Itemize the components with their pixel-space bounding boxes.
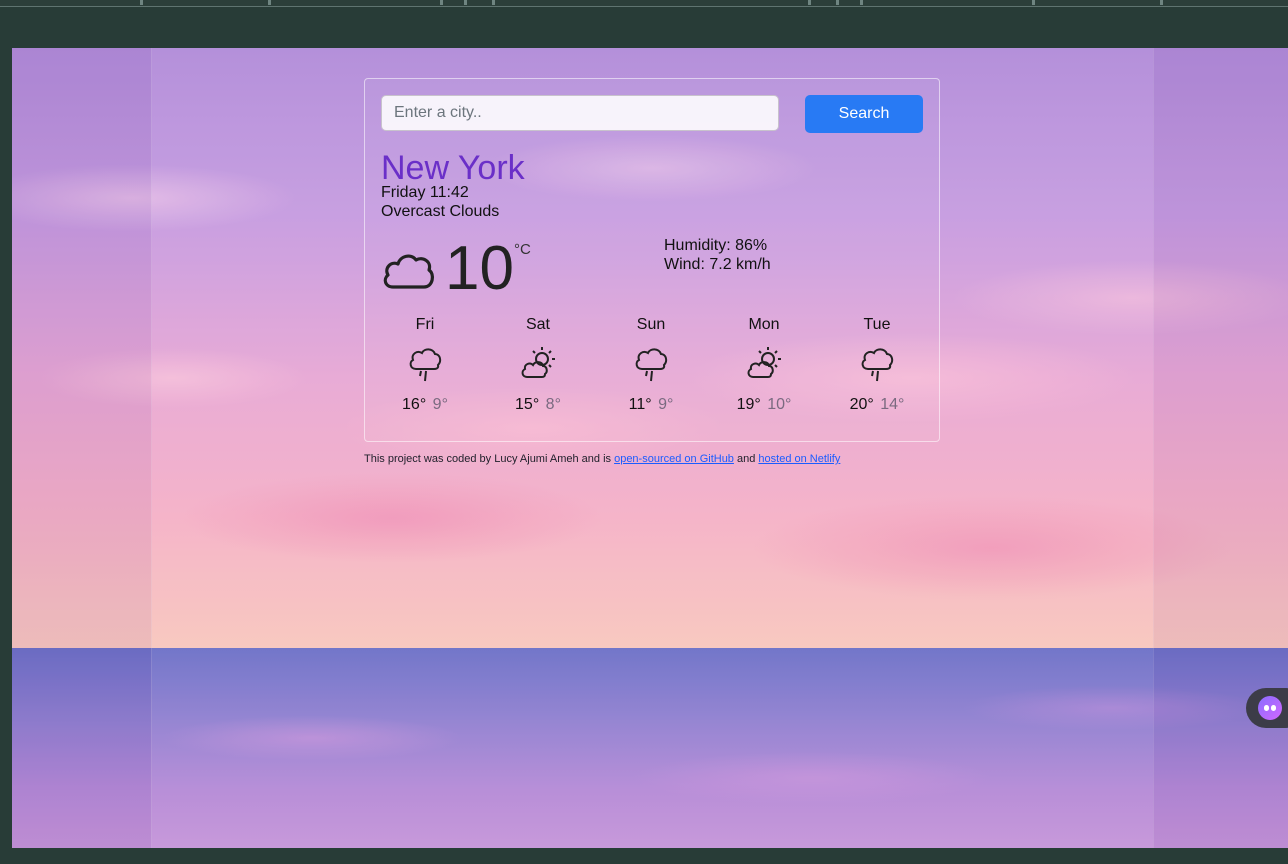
forecast-temps: 16° 9° (385, 395, 465, 415)
forecast-day-name: Fri (415, 316, 435, 333)
browser-top-strip (0, 0, 1288, 7)
forecast-day-name: Tue (863, 316, 891, 333)
assistant-icon (1258, 696, 1282, 720)
forecast-temps: 19° 10° (724, 395, 804, 415)
forecast-min-temp: 14° (880, 396, 905, 413)
tab-divider (492, 0, 495, 5)
cloud-icon (383, 254, 435, 289)
right-margin (1153, 48, 1288, 848)
date-time: Friday 11:42 (381, 184, 469, 201)
netlify-link[interactable]: hosted on Netlify (758, 453, 840, 465)
forecast-max-temp: 15° (515, 396, 540, 413)
tab-divider (860, 0, 863, 5)
forecast-day: Sat 15° 8° (498, 315, 578, 415)
forecast-day-name: Sat (525, 316, 550, 333)
forecast-temps: 15° 8° (498, 395, 578, 415)
rain-icon (409, 348, 442, 382)
tab-divider (268, 0, 271, 5)
forecast-temps: 20° 14° (837, 395, 917, 415)
rain-icon (861, 348, 894, 382)
city-search-input[interactable] (381, 95, 779, 131)
forecast-max-temp: 16° (402, 396, 427, 413)
forecast-max-temp: 20° (849, 396, 874, 413)
forecast-day-name: Sun (636, 316, 666, 333)
tab-divider (1160, 0, 1163, 5)
forecast-max-temp: 11° (628, 396, 652, 413)
footer-and: and (737, 453, 756, 465)
rain-icon (635, 348, 668, 382)
tab-divider (440, 0, 443, 5)
weather-description: Overcast Clouds (381, 203, 500, 220)
forecast-day: Sun 11° 9° (611, 315, 691, 415)
city-name: New York (381, 149, 525, 187)
left-margin (12, 48, 152, 848)
forecast-max-temp: 19° (736, 396, 761, 413)
tab-divider (808, 0, 811, 5)
tab-divider (140, 0, 143, 5)
assistant-launcher-button[interactable] (1246, 688, 1288, 728)
weather-card: Search New York Friday 11:42 Overcast Cl… (364, 78, 940, 442)
forecast-min-temp: 9° (658, 396, 674, 413)
page-viewport: Search New York Friday 11:42 Overcast Cl… (12, 48, 1288, 848)
github-link[interactable]: open-sourced on GitHub (614, 453, 734, 465)
forecast-day: Tue 20° 14° (837, 315, 917, 415)
forecast-row: Fri 16° 9° Sat 15° 8° Sun 11° 9° Mon 19°… (365, 315, 939, 425)
current-temperature: 10 (445, 234, 514, 303)
assistant-eye (1271, 705, 1276, 711)
footer-text: This project was coded by Lucy Ajumi Ame… (364, 453, 612, 465)
forecast-min-temp: 9° (432, 396, 448, 413)
search-button[interactable]: Search (805, 95, 923, 133)
forecast-min-temp: 10° (767, 396, 792, 413)
partly-sunny-icon (747, 347, 781, 378)
temperature-unit[interactable]: °C (514, 241, 531, 258)
tab-divider (836, 0, 839, 5)
forecast-day: Mon 19° 10° (724, 315, 804, 415)
wind: Wind: 7.2 km/h (664, 256, 771, 273)
tab-divider (1032, 0, 1035, 5)
humidity: Humidity: 86% (664, 237, 768, 254)
assistant-eye (1264, 705, 1269, 711)
forecast-min-temp: 8° (545, 396, 561, 413)
forecast-day: Fri 16° 9° (385, 315, 465, 415)
partly-sunny-icon (521, 347, 555, 378)
forecast-temps: 11° 9° (611, 395, 691, 415)
footer-credit: This project was coded by Lucy Ajumi Ame… (364, 453, 840, 465)
tab-divider (464, 0, 467, 5)
forecast-day-name: Mon (748, 316, 780, 333)
